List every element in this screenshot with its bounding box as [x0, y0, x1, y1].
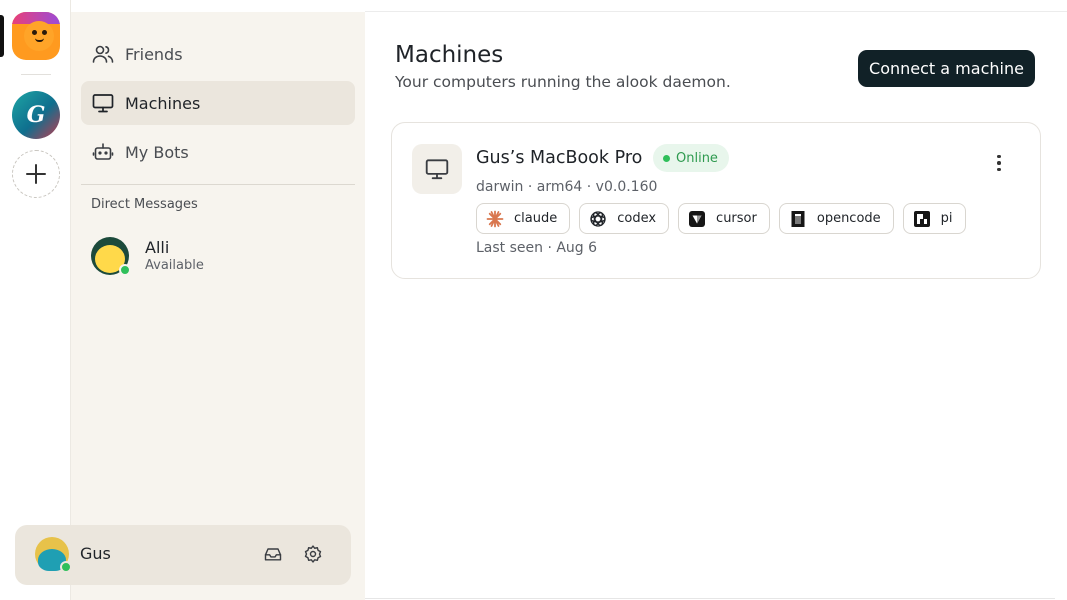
agent-list: claude codex cursor opencode pi [476, 203, 966, 234]
server-rail: G [0, 0, 71, 600]
dm-name: Alli [145, 237, 170, 257]
agent-label: opencode [816, 211, 881, 226]
dm-status: Available [145, 257, 204, 273]
blob-mascot-icon [24, 21, 54, 51]
kebab-dot [997, 154, 1001, 159]
sidebar-item-label: Machines [125, 93, 201, 113]
machine-icon-tile [412, 144, 462, 194]
inbox-icon [264, 548, 282, 561]
connect-machine-button[interactable]: Connect a machine [858, 50, 1035, 87]
machine-meta: darwin · arm64 · v0.0.160 [476, 179, 658, 195]
top-divider [365, 11, 1067, 12]
rail-divider [21, 74, 51, 75]
avatar [91, 237, 131, 276]
bottom-divider [365, 598, 1055, 599]
agent-label: cursor [716, 211, 757, 226]
kebab-dot [997, 161, 1001, 165]
agent-chip-pi[interactable]: pi [902, 203, 966, 234]
agent-chip-opencode[interactable]: opencode [778, 203, 894, 234]
monitor-icon [91, 91, 115, 115]
kebab-dot [997, 167, 1001, 172]
pi-icon [913, 210, 931, 228]
opencode-icon [789, 210, 807, 228]
sidebar-item-machines[interactable]: Machines [81, 81, 355, 125]
user-avatar[interactable] [35, 537, 72, 573]
server-g[interactable]: G [12, 91, 60, 139]
server-orange-blob[interactable] [12, 12, 60, 60]
dm-item-alli[interactable]: Alli Available [91, 234, 351, 278]
machine-name: Gus’s MacBook Pro [476, 148, 643, 168]
openai-icon [589, 210, 607, 228]
inbox-button[interactable] [261, 542, 285, 566]
status-label: Online [676, 150, 718, 166]
mascot-eye-right [42, 30, 47, 35]
last-seen: Last seen · Aug 6 [476, 240, 598, 256]
user-bar: Gus [15, 525, 351, 585]
gear-icon [304, 545, 322, 563]
claude-icon [486, 210, 504, 228]
page-subtitle: Your computers running the alook daemon. [395, 73, 731, 91]
dm-section-title: Direct Messages [91, 197, 198, 212]
active-server-indicator [0, 15, 4, 57]
sidebar: Friends Machines My Bots Direct Messages… [71, 12, 365, 600]
monitor-icon [425, 159, 449, 180]
online-dot [663, 154, 670, 162]
sidebar-item-label: My Bots [125, 142, 189, 162]
online-status-dot [60, 561, 72, 573]
sidebar-item-my-bots[interactable]: My Bots [81, 130, 355, 174]
server-letter: G [26, 102, 46, 128]
add-server-button[interactable] [12, 150, 60, 198]
agent-chip-claude[interactable]: claude [476, 203, 571, 234]
more-options-button[interactable] [987, 151, 1011, 175]
cursor-icon [688, 210, 706, 228]
sidebar-divider [81, 184, 355, 185]
settings-button[interactable] [301, 542, 325, 566]
sidebar-item-label: Friends [125, 44, 183, 64]
page-title: Machines [395, 42, 504, 68]
sidebar-item-friends[interactable]: Friends [81, 32, 355, 76]
agent-chip-cursor[interactable]: cursor [678, 203, 770, 234]
plus-icon [26, 164, 46, 184]
users-icon [91, 42, 115, 66]
bot-icon [91, 140, 115, 164]
status-badge: Online [653, 144, 729, 172]
agent-chip-codex[interactable]: codex [579, 203, 670, 234]
agent-label: pi [940, 211, 953, 226]
mascot-eye-left [32, 30, 37, 35]
agent-label: codex [617, 211, 657, 226]
agent-label: claude [514, 211, 558, 226]
online-status-dot [119, 264, 131, 276]
user-name: Gus [80, 544, 111, 563]
machine-card[interactable]: Gus’s MacBook Pro Online darwin · arm64 … [391, 122, 1041, 279]
